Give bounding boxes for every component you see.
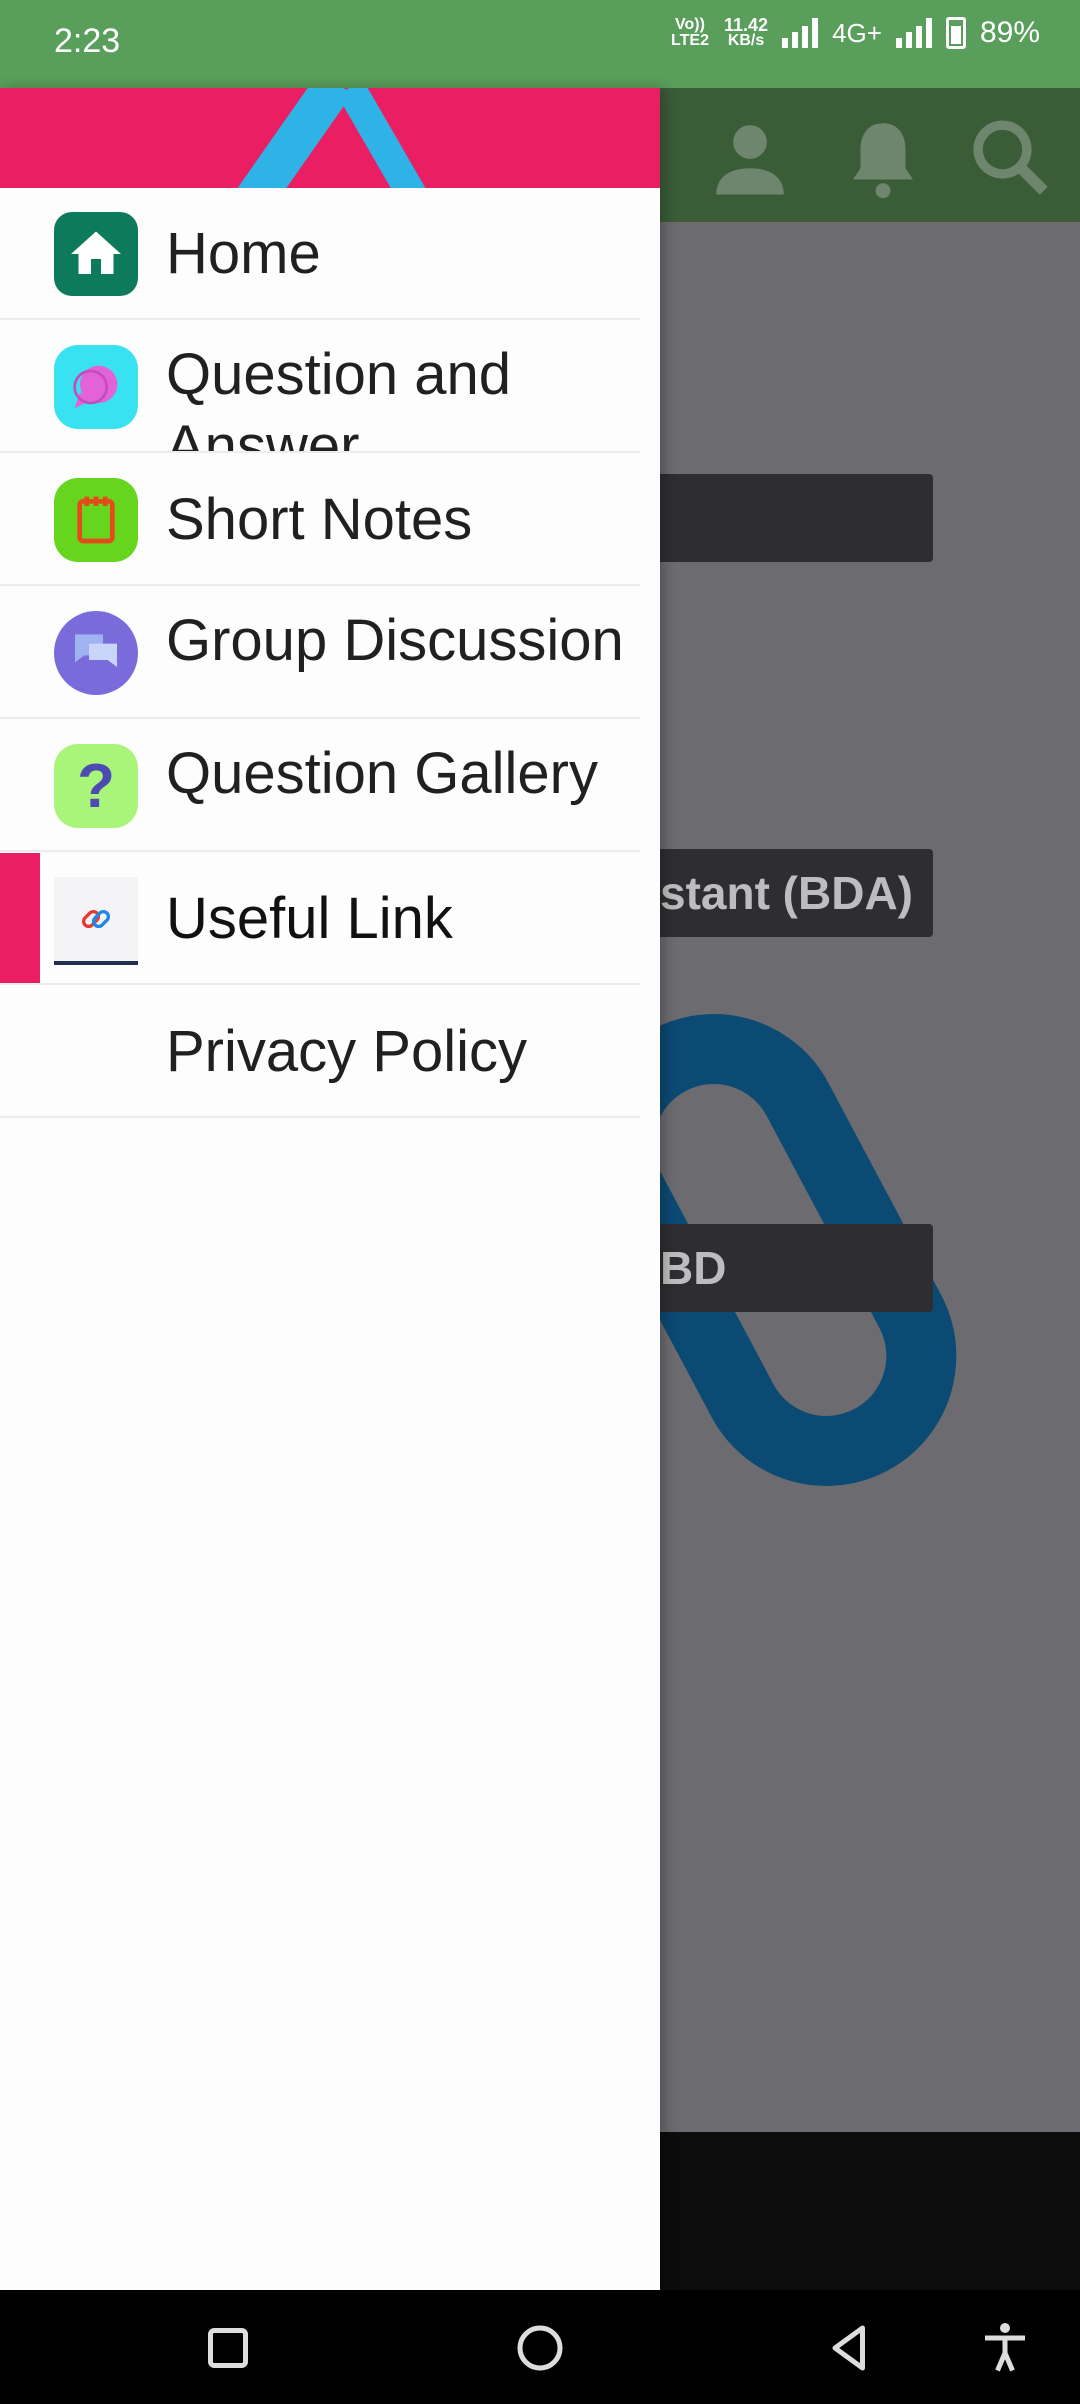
status-icons: Vo)) LTE2 11.42 KB/s 4G+ 89% xyxy=(670,16,1040,50)
accessibility-icon[interactable] xyxy=(975,2318,1035,2378)
drawer-item-label: Short Notes xyxy=(166,487,473,552)
status-time: 2:23 xyxy=(54,22,121,60)
network-speed-unit: KB/s xyxy=(727,32,765,49)
logo-stroke-2 xyxy=(337,88,433,188)
volte-indicator: Vo)) LTE2 xyxy=(671,16,709,49)
recents-square-icon[interactable] xyxy=(198,2318,258,2378)
drawer-item-short-notes[interactable]: Short Notes xyxy=(0,454,640,586)
home-icon xyxy=(54,212,138,296)
drawer-item-label: Group Discussion xyxy=(166,608,624,673)
signal-icon-2 xyxy=(895,18,932,48)
network-speed: 11.42 KB/s xyxy=(724,15,769,49)
drawer-item-home[interactable]: Home xyxy=(0,188,640,320)
drawer-item-privacy-policy[interactable]: Privacy Policy xyxy=(0,986,640,1118)
network-speed-value: 11.42 xyxy=(724,15,769,35)
drawer-item-group-discussion[interactable]: Group Discussion xyxy=(0,587,640,719)
back-triangle-icon[interactable] xyxy=(820,2318,880,2378)
logo-stroke xyxy=(227,88,353,188)
notepad-icon xyxy=(54,478,138,562)
home-circle-icon[interactable] xyxy=(510,2318,570,2378)
drawer-item-question-gallery[interactable]: ? Question Gallery xyxy=(0,720,640,852)
drawer-item-useful-link[interactable]: Useful Link xyxy=(0,853,640,985)
forum-icon xyxy=(54,611,138,695)
chat-bubble-icon xyxy=(54,345,138,429)
question-mark-icon: ? xyxy=(54,744,138,828)
search-icon[interactable] xyxy=(965,112,1055,202)
network-type: 4G+ xyxy=(832,17,882,48)
drawer-header-logo xyxy=(0,88,660,188)
battery-percent: 89% xyxy=(979,16,1040,49)
status-bar: 2:23 Vo)) LTE2 11.42 KB/s 4G+ 89% xyxy=(0,0,1080,88)
drawer-item-label: Question and Answer xyxy=(166,342,512,453)
signal-icon xyxy=(782,18,819,48)
drawer-item-label: Question Gallery xyxy=(166,741,598,806)
profile-icon[interactable] xyxy=(705,112,795,202)
system-nav-bar xyxy=(0,2290,1080,2404)
navigation-drawer: Home Question and Answer Short Notes Gro… xyxy=(0,88,660,2290)
link-icon xyxy=(54,877,138,965)
battery-icon xyxy=(945,17,966,49)
drawer-item-label: Privacy Policy xyxy=(166,1019,527,1084)
notification-bell-icon[interactable] xyxy=(838,112,928,202)
drawer-item-label: Home xyxy=(166,221,321,286)
drawer-item-question-and-answer[interactable]: Question and Answer xyxy=(0,321,640,453)
drawer-item-label: Useful Link xyxy=(166,886,453,951)
